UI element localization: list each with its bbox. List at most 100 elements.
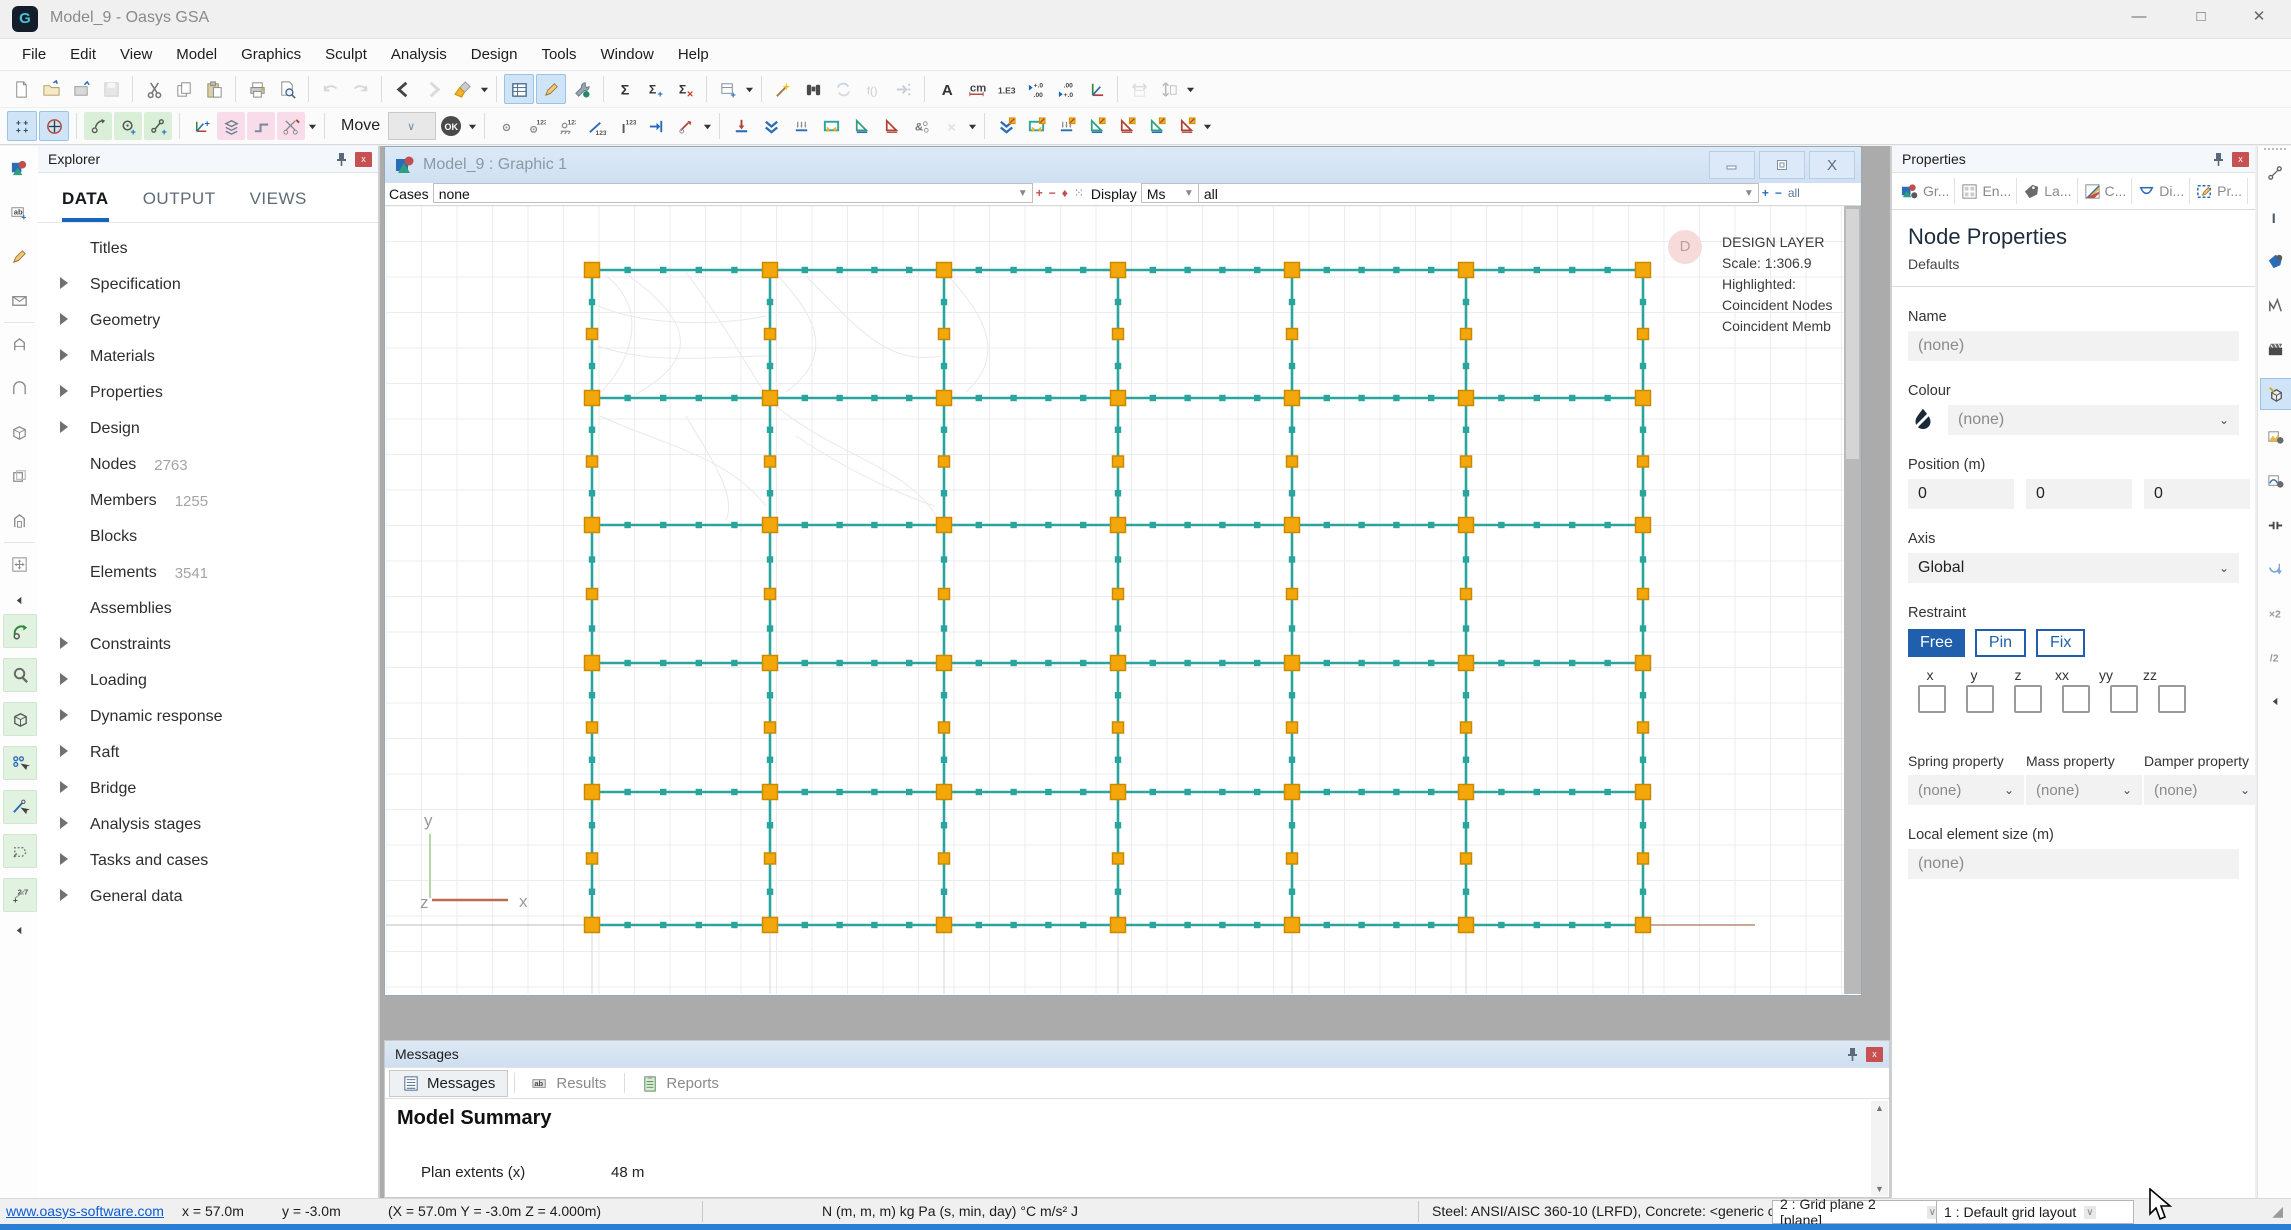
animation-clapper-icon[interactable]: [2260, 334, 2290, 364]
tree-item-geometry[interactable]: Geometry: [38, 303, 378, 339]
solid-3d-icon[interactable]: [3, 416, 35, 448]
position-x-field[interactable]: 0: [1908, 479, 2014, 509]
tree-item-titles[interactable]: Titles: [38, 231, 378, 267]
resize-grip[interactable]: ◢: [2272, 1203, 2283, 1220]
scale-x2-icon[interactable]: ×2: [2260, 598, 2290, 628]
display-add-icon[interactable]: +: [1759, 183, 1772, 200]
tree-item-tasks-and-cases[interactable]: Tasks and cases: [38, 843, 378, 879]
case-remove-icon[interactable]: −: [1046, 183, 1059, 200]
restraint-pin-button[interactable]: Pin: [1974, 629, 2027, 657]
case-list-icon[interactable]: ⁙: [1071, 183, 1087, 200]
grid-plane-select[interactable]: 2 : Grid plane 2 [plane] ∨: [1772, 1196, 1943, 1228]
section-envelope-icon[interactable]: [3, 284, 35, 316]
expand-arrow-icon[interactable]: [60, 420, 90, 438]
tree-item-design[interactable]: Design: [38, 411, 378, 447]
eload-tri-icon[interactable]: [1082, 112, 1110, 140]
step-line-icon[interactable]: [247, 112, 275, 140]
select-members-icon[interactable]: [3, 790, 37, 824]
tools-wrench-icon[interactable]: [568, 75, 596, 103]
dropdown-caret-icon[interactable]: [1184, 75, 1196, 103]
print-icon[interactable]: [243, 75, 271, 103]
messages-scrollbar[interactable]: ▲ ▼: [1871, 1101, 1888, 1196]
tree-item-assemblies[interactable]: Assemblies: [38, 591, 378, 627]
orbit-icon[interactable]: [3, 614, 37, 648]
grid-move-icon[interactable]: [3, 548, 35, 580]
tree-item-bridge[interactable]: Bridge: [38, 771, 378, 807]
explorer-close-icon[interactable]: x: [355, 151, 372, 167]
expand-arrow-icon[interactable]: [60, 384, 90, 402]
cube-wire-icon[interactable]: [3, 702, 37, 736]
precision-down-icon[interactable]: .00 +.0: [1052, 75, 1080, 103]
zoom-magnifier-icon[interactable]: [3, 658, 37, 692]
display-combo[interactable]: Ms ▼: [1140, 183, 1199, 203]
polygon-select-icon[interactable]: [3, 834, 37, 868]
expand-arrow-icon[interactable]: [60, 312, 90, 330]
grid-layout-select[interactable]: 1 : Default grid layout ∨: [1936, 1200, 2134, 1224]
dof-checkbox-xx[interactable]: [2062, 685, 2090, 713]
expand-arrow-icon[interactable]: [60, 708, 90, 726]
function-fx-icon[interactable]: f(): [859, 75, 887, 103]
expand-arrow-icon[interactable]: [60, 780, 90, 798]
cube-view-icon[interactable]: [2260, 378, 2291, 410]
new-file-icon[interactable]: [7, 75, 35, 103]
find-binoculars-icon[interactable]: [799, 75, 827, 103]
load-x-icon[interactable]: ✕: [937, 112, 965, 140]
eload-tri-red-icon[interactable]: [1112, 112, 1140, 140]
eload-x-icon[interactable]: [1142, 112, 1170, 140]
properties-close-icon[interactable]: x: [2232, 151, 2249, 167]
layers-icon[interactable]: [217, 112, 245, 140]
local-element-size-field[interactable]: (none): [1908, 849, 2239, 879]
support-123-icon[interactable]: 123: [552, 112, 580, 140]
colour-select[interactable]: (none) ⌄: [1948, 405, 2239, 435]
graphic-minimize-button[interactable]: [1709, 151, 1755, 179]
dropdown-caret-icon[interactable]: [466, 112, 478, 140]
paste-icon[interactable]: [200, 75, 228, 103]
name-field[interactable]: (none): [1908, 331, 2239, 361]
contour-settings-icon[interactable]: [2260, 422, 2290, 452]
cut-icon[interactable]: [140, 75, 168, 103]
redo-icon[interactable]: [346, 75, 374, 103]
tree-item-materials[interactable]: Materials: [38, 339, 378, 375]
undo-icon[interactable]: [316, 75, 344, 103]
dof-checkbox-y[interactable]: [1966, 685, 1994, 713]
tree-item-elements[interactable]: Elements 3541: [38, 555, 378, 591]
properties-tab-la[interactable]: La...: [2017, 178, 2078, 204]
load-chevron-icon[interactable]: [757, 112, 785, 140]
eload-patch-icon[interactable]: [1052, 112, 1080, 140]
oasys-link[interactable]: www.oasys-software.com: [6, 1203, 164, 1219]
properties-tab-pr[interactable]: Pr...: [2190, 178, 2249, 204]
close-button[interactable]: ✕: [2231, 0, 2287, 36]
dimension-lines-icon[interactable]: 2.7+: [3, 878, 37, 912]
sigma-delete-icon[interactable]: Σ ✕: [671, 75, 699, 103]
explorer-tab-views[interactable]: VIEWS: [250, 189, 307, 222]
expand-arrow-icon[interactable]: [60, 672, 90, 690]
mass-property-select[interactable]: (none) ⌄: [2026, 775, 2142, 805]
member-curve-icon[interactable]: [2260, 290, 2290, 320]
tree-item-nodes[interactable]: Nodes 2763: [38, 447, 378, 483]
print-preview-icon[interactable]: [273, 75, 301, 103]
dropdown-caret-icon[interactable]: [701, 112, 713, 140]
spring-property-select[interactable]: (none) ⌄: [1908, 775, 2024, 805]
dropdown-caret-icon[interactable]: [478, 75, 490, 103]
expand-v-icon[interactable]: [1155, 75, 1183, 103]
link-nodes-icon[interactable]: [2260, 158, 2290, 188]
open-file-icon[interactable]: [37, 75, 65, 103]
exponent-1e3-icon[interactable]: 1.E3: [992, 75, 1020, 103]
restraint-free-button[interactable]: Free: [1908, 629, 1965, 657]
tree-item-general-data[interactable]: General data: [38, 879, 378, 915]
menu-help[interactable]: Help: [666, 42, 721, 67]
frame-node-icon[interactable]: [3, 328, 35, 360]
sweep-brush-icon[interactable]: [449, 75, 477, 103]
arc-rotate-icon[interactable]: [84, 112, 112, 140]
load-tri-red-icon[interactable]: [877, 112, 905, 140]
canvas-vertical-scrollbar[interactable]: [1844, 206, 1861, 994]
restraint-fix-button[interactable]: Fix: [2036, 629, 2086, 657]
damper-property-select[interactable]: (none) ⌄: [2144, 775, 2260, 805]
cases-combo[interactable]: none ▼: [432, 183, 1033, 203]
tree-item-properties[interactable]: Properties: [38, 375, 378, 411]
dof-checkbox-yy[interactable]: [2110, 685, 2138, 713]
properties-tab-c[interactable]: C...: [2078, 178, 2133, 204]
menu-graphics[interactable]: Graphics: [229, 42, 313, 67]
tree-item-raft[interactable]: Raft: [38, 735, 378, 771]
expand-arrow-icon[interactable]: [60, 888, 90, 906]
